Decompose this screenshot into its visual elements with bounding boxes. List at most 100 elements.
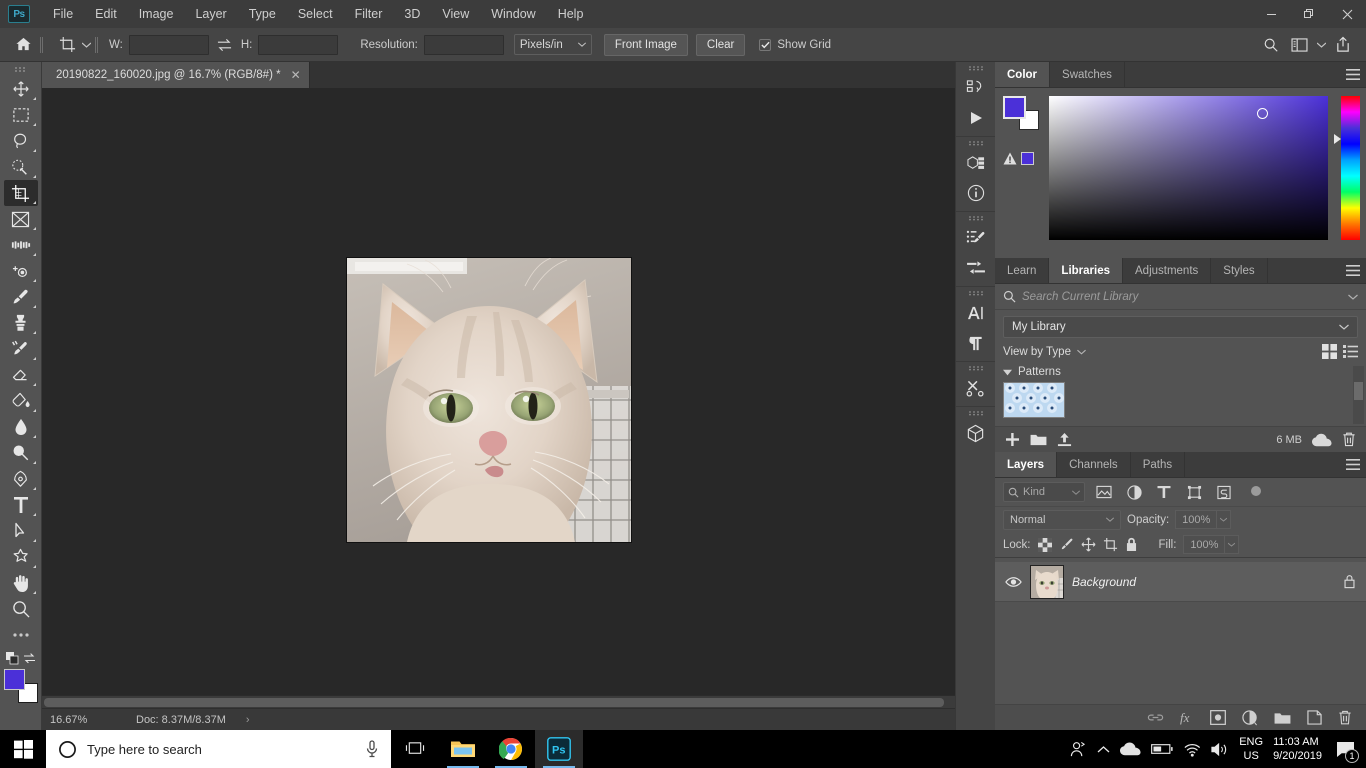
quick-selection-tool[interactable] [4,154,38,180]
type-tool[interactable] [4,492,38,518]
rectangular-marquee-tool[interactable] [4,102,38,128]
add-content-icon[interactable] [1005,432,1020,447]
file-explorer-icon[interactable] [439,730,487,768]
edit-toolbar-tool[interactable] [4,622,38,648]
dock-grip[interactable] [968,290,984,297]
workspace-icon[interactable] [1286,32,1312,58]
foreground-color-swatch[interactable] [3,669,25,690]
chevron-up-icon[interactable] [1097,745,1110,754]
filter-adjustment-icon[interactable] [1123,482,1145,502]
menu-item-type[interactable]: Type [238,0,287,28]
move-tool[interactable] [4,76,38,102]
tab-paths[interactable]: Paths [1131,452,1186,477]
tab-adjustments[interactable]: Adjustments [1123,258,1212,283]
panel-menu-icon[interactable] [1340,258,1366,283]
hue-slider-marker[interactable] [1334,134,1341,144]
tool-presets-panel-icon[interactable] [961,373,991,403]
gradient-tool[interactable] [4,388,38,414]
eraser-tool[interactable] [4,362,38,388]
tab-swatches[interactable]: Swatches [1050,62,1125,87]
list-view-icon[interactable] [1343,344,1358,359]
color-panel-fg-bg[interactable] [1003,96,1039,130]
cloud-sync-icon[interactable] [1312,433,1332,447]
filter-shape-icon[interactable] [1183,482,1205,502]
filter-smart-object-icon[interactable] [1213,482,1235,502]
tab-layers[interactable]: Layers [995,452,1058,477]
clone-stamp-tool[interactable] [4,310,38,336]
filter-type-icon[interactable] [1153,482,1175,502]
canvas-area[interactable] [42,88,995,708]
menu-item-layer[interactable]: Layer [184,0,237,28]
tab-learn[interactable]: Learn [995,258,1050,283]
chevron-down-icon[interactable] [1348,294,1358,300]
trash-icon[interactable] [1342,432,1356,447]
crop-tool[interactable] [3,180,38,206]
task-view-icon[interactable] [391,730,439,768]
character-panel-icon[interactable] [961,298,991,328]
restore-icon[interactable] [1290,0,1328,28]
minimize-icon[interactable] [1252,0,1290,28]
dock-grip[interactable] [968,365,984,372]
eye-icon[interactable] [1005,576,1022,588]
panel-menu-icon[interactable] [1340,62,1366,87]
fill-value[interactable]: 100% [1183,535,1226,554]
tab-styles[interactable]: Styles [1211,258,1268,283]
close-icon[interactable]: ✕ [291,68,301,82]
photoshop-icon[interactable]: Ps [535,730,583,768]
layer-list[interactable]: Background [995,558,1366,704]
tab-libraries[interactable]: Libraries [1049,258,1123,283]
resolution-input[interactable] [423,34,504,55]
lock-position-icon[interactable] [1081,537,1096,552]
swap-width-height-icon[interactable] [215,35,235,55]
microphone-icon[interactable] [365,740,379,758]
info-panel-icon[interactable] [961,178,991,208]
new-layer-icon[interactable] [1307,710,1322,725]
history-brush-tool[interactable] [4,336,38,362]
document-tab[interactable]: 20190822_160020.jpg @ 16.7% (RGB/8#) * ✕ [42,62,310,88]
clock[interactable]: 11:03 AM 9/20/2019 [1273,735,1322,763]
foreground-color-swatch[interactable] [1003,96,1026,119]
panel-menu-icon[interactable] [1340,452,1366,477]
color-field[interactable] [1049,96,1328,240]
opacity-control[interactable]: 100% [1175,510,1232,529]
front-image-button[interactable]: Front Image [603,33,688,56]
opacity-value[interactable]: 100% [1175,510,1218,529]
3d-object-panel-icon[interactable] [961,418,991,448]
filter-kind-select[interactable]: Kind [1003,482,1085,502]
home-icon[interactable] [10,32,36,58]
menu-item-filter[interactable]: Filter [344,0,394,28]
new-group-icon[interactable] [1030,433,1047,447]
library-group-patterns[interactable]: Patterns [995,364,1366,380]
pattern-thumbnail[interactable] [1003,382,1065,418]
search-icon[interactable] [1258,32,1284,58]
speaker-icon[interactable] [1211,742,1229,757]
show-grid-checkbox[interactable]: Show Grid [759,38,831,51]
onedrive-cloud-icon[interactable] [1120,742,1141,756]
tab-color[interactable]: Color [995,62,1051,87]
gamut-swatch[interactable] [1021,152,1034,165]
filter-toggle-icon[interactable] [1245,482,1267,502]
dodge-tool[interactable] [4,440,38,466]
paragraph-panel-icon[interactable] [961,328,991,358]
scrollbar-thumb[interactable] [1354,382,1363,400]
menu-item-window[interactable]: Window [480,0,546,28]
menu-item-image[interactable]: Image [128,0,185,28]
menu-item-select[interactable]: Select [287,0,344,28]
lock-all-icon[interactable] [1125,537,1138,552]
adjustment-layer-icon[interactable] [1242,709,1258,726]
canvas-image[interactable] [347,258,631,542]
frame-tool[interactable] [4,206,38,232]
dock-grip[interactable] [968,410,984,417]
google-chrome-icon[interactable] [487,730,535,768]
lock-artboard-icon[interactable] [1103,537,1118,552]
default-colors-and-swap[interactable] [5,651,36,665]
chevron-down-icon[interactable] [1314,32,1328,58]
fill-control[interactable]: 100% [1183,535,1240,554]
lock-transparent-pixels-icon[interactable] [1037,537,1052,552]
layer-mask-icon[interactable] [1210,710,1226,725]
path-selection-tool[interactable] [4,518,38,544]
notification-icon[interactable]: 1 [1332,736,1359,763]
tab-channels[interactable]: Channels [1057,452,1131,477]
close-icon[interactable] [1328,0,1366,28]
disclosure-triangle-icon[interactable] [1003,369,1012,376]
